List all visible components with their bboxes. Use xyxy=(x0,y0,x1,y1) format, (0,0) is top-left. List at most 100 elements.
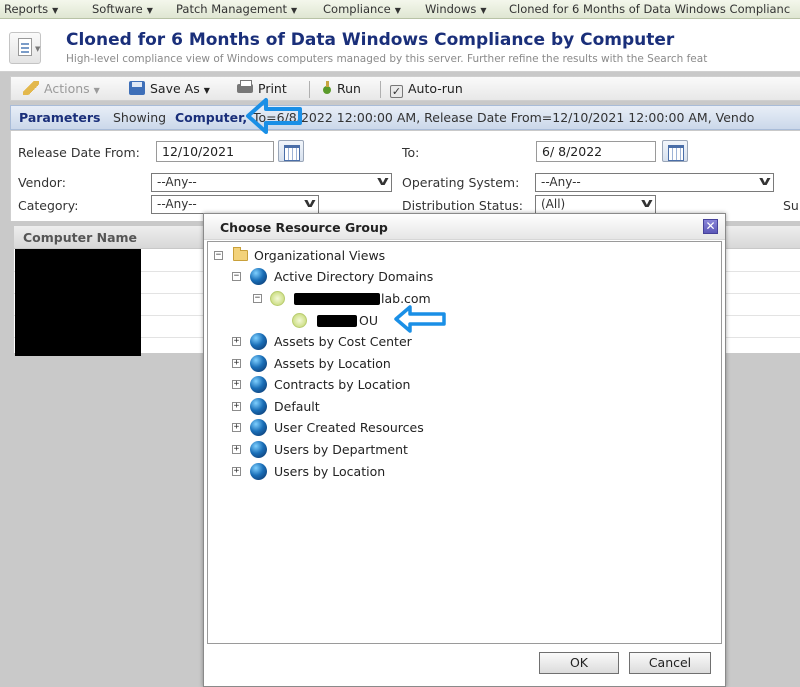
operating-system-value: --Any-- xyxy=(541,175,581,189)
menu-current-report[interactable]: Cloned for 6 Months of Data Windows Comp… xyxy=(509,2,790,16)
run-label: Run xyxy=(337,81,361,96)
save-icon xyxy=(129,81,145,95)
tree-node-label: Active Directory Domains xyxy=(274,269,434,284)
menu-label: Patch Management xyxy=(176,2,287,16)
expand-icon[interactable]: + xyxy=(232,467,241,476)
collapse-icon[interactable]: − xyxy=(232,272,241,281)
operating-system-select[interactable]: --Any-- v xyxy=(535,173,774,192)
save-as-button[interactable]: Save As ▼ xyxy=(129,81,210,96)
toolbar-divider xyxy=(309,81,310,98)
distribution-status-label: Distribution Status: xyxy=(402,198,523,213)
chevron-down-icon: v xyxy=(641,196,653,210)
menu-label: Windows xyxy=(425,2,477,16)
run-button[interactable]: Run xyxy=(322,81,361,96)
tree-node-label: Assets by Location xyxy=(274,356,391,371)
auto-run-toggle[interactable]: ✓ Auto-run xyxy=(390,81,463,98)
expand-icon[interactable]: + xyxy=(232,337,241,346)
globe-icon xyxy=(250,441,267,458)
cancel-button[interactable]: Cancel xyxy=(629,652,711,674)
menu-compliance[interactable]: Compliance ▼ xyxy=(323,2,401,16)
expand-icon[interactable]: + xyxy=(232,380,241,389)
vendor-select[interactable]: --Any-- v xyxy=(151,173,392,192)
page-subtitle: High-level compliance view of Windows co… xyxy=(66,53,708,65)
globe-icon xyxy=(250,268,267,285)
menu-software[interactable]: Software ▼ xyxy=(92,2,153,16)
category-select[interactable]: --Any-- v xyxy=(151,195,319,214)
chevron-down-icon: ▼ xyxy=(394,6,401,15)
checkbox-checked-icon: ✓ xyxy=(390,85,403,98)
collapse-icon[interactable]: − xyxy=(214,251,223,260)
globe-icon xyxy=(250,419,267,436)
ok-button[interactable]: OK xyxy=(539,652,619,674)
tree-node-label: Organizational Views xyxy=(254,248,386,263)
calendar-icon[interactable] xyxy=(278,140,304,162)
folder-icon xyxy=(233,247,248,261)
menu-label: Software xyxy=(92,2,143,16)
auto-run-label: Auto-run xyxy=(408,81,463,96)
expand-icon[interactable]: + xyxy=(232,402,241,411)
save-as-label: Save As xyxy=(150,81,200,96)
parameters-bar[interactable]: Parameters Showing Computer, To=6/8/2022… xyxy=(10,105,800,130)
showing-link[interactable]: Computer, xyxy=(175,110,247,125)
chevron-down-icon: ▼ xyxy=(291,6,298,15)
choose-resource-group-dialog: Choose Resource Group ✕ − Organizational… xyxy=(203,213,726,687)
expand-icon[interactable]: + xyxy=(232,359,241,368)
column-computer-name[interactable]: Computer Name xyxy=(23,230,137,245)
parameters-summary: To=6/8/2022 12:00:00 AM, Release Date Fr… xyxy=(253,110,755,125)
tree-node-label: Users by Department xyxy=(274,442,408,457)
toolbar-divider xyxy=(380,81,381,98)
globe-icon xyxy=(250,463,267,480)
actions-button[interactable]: Actions ▼ xyxy=(23,81,100,96)
print-button[interactable]: Print xyxy=(237,80,287,96)
chevron-down-icon: ▼ xyxy=(146,6,153,15)
pencil-icon xyxy=(23,81,39,95)
report-header: ▼ Cloned for 6 Months of Data Windows Co… xyxy=(0,19,800,72)
chevron-down-icon: v xyxy=(377,174,389,188)
release-date-from-input[interactable]: 12/10/2021 xyxy=(156,141,274,162)
category-label: Category: xyxy=(18,198,79,213)
globe-icon xyxy=(250,355,267,372)
redaction-block xyxy=(294,293,380,305)
to-label: To: xyxy=(402,145,420,160)
report-icon[interactable]: ▼ xyxy=(9,32,41,64)
parameter-form: Release Date From: 12/10/2021 To: 6/ 8/2… xyxy=(10,131,800,221)
menu-windows[interactable]: Windows ▼ xyxy=(425,2,487,16)
dialog-titlebar[interactable]: Choose Resource Group ✕ xyxy=(204,214,725,240)
run-icon xyxy=(322,81,332,95)
menu-reports[interactable]: Reports ▼ xyxy=(4,2,58,16)
distribution-status-value: (All) xyxy=(541,197,566,211)
operating-system-label: Operating System: xyxy=(402,175,520,190)
menu-patch-management[interactable]: Patch Management ▼ xyxy=(176,2,297,16)
top-menu-bar: Reports ▼ Software ▼ Patch Management ▼ Com… xyxy=(0,0,800,19)
callout-arrow-icon xyxy=(394,305,446,333)
calendar-icon[interactable] xyxy=(662,140,688,162)
tree-node-label: Assets by Cost Center xyxy=(274,334,412,349)
tree-node-label: Default xyxy=(274,399,320,414)
callout-arrow-icon xyxy=(246,98,302,134)
tree-node-label: OU xyxy=(359,313,378,328)
vendor-label: Vendor: xyxy=(18,175,66,190)
globe-icon xyxy=(250,376,267,393)
page-title: Cloned for 6 Months of Data Windows Comp… xyxy=(66,30,675,50)
truncated-label: Su xyxy=(783,198,799,213)
to-date-input[interactable]: 6/ 8/2022 xyxy=(536,141,656,162)
actions-label: Actions xyxy=(44,81,90,96)
redaction-block xyxy=(317,315,357,327)
report-toolbar: Actions ▼ Save As ▼ Print Run ✓ Auto-run xyxy=(10,76,800,101)
print-label: Print xyxy=(258,81,287,96)
tree-node-label: User Created Resources xyxy=(274,420,424,435)
category-value: --Any-- xyxy=(157,197,197,211)
tree-node-label: Contracts by Location xyxy=(274,377,411,392)
expand-icon[interactable]: + xyxy=(232,445,241,454)
organizational-unit-icon xyxy=(292,313,307,328)
parameters-label: Parameters xyxy=(19,110,101,125)
distribution-status-select[interactable]: (All) v xyxy=(535,195,656,214)
tree-node-label: Users by Location xyxy=(274,464,386,479)
redaction-block xyxy=(15,249,141,356)
menu-label: Compliance xyxy=(323,2,391,16)
close-icon[interactable]: ✕ xyxy=(703,219,718,234)
collapse-icon[interactable]: − xyxy=(253,294,262,303)
expand-icon[interactable]: + xyxy=(232,423,241,432)
globe-icon xyxy=(250,333,267,350)
release-date-from-label: Release Date From: xyxy=(18,145,140,160)
